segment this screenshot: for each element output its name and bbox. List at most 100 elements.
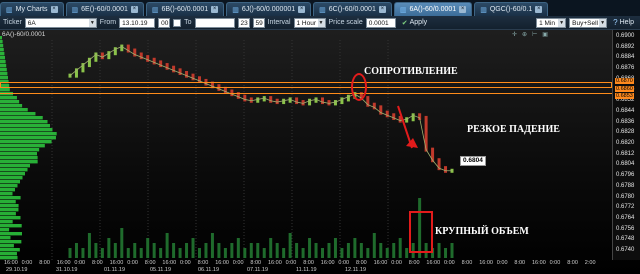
volume-profile-bar xyxy=(0,60,6,64)
chevron-down-icon[interactable]: ▼ xyxy=(599,18,607,27)
volume-profile-bar xyxy=(0,208,19,212)
price-tick: 0.6820 xyxy=(616,140,635,146)
volume-profile-bar xyxy=(0,120,48,124)
tab-5[interactable]: ▥ 6A()-60/0.0001 × xyxy=(393,2,473,16)
close-icon[interactable]: × xyxy=(298,6,306,13)
chart-icon: ▥ xyxy=(71,6,79,14)
close-icon[interactable]: × xyxy=(50,6,58,13)
volume-bar xyxy=(437,243,441,258)
volume-profile-bar xyxy=(0,140,52,144)
to-date-input[interactable] xyxy=(194,17,235,28)
help-button[interactable]: ? Help xyxy=(610,18,637,28)
chart-icon: ▥ xyxy=(399,6,407,14)
chevron-down-icon[interactable]: ▼ xyxy=(88,18,96,27)
camera-icon[interactable]: ▣ xyxy=(542,31,548,38)
close-icon[interactable]: × xyxy=(535,6,543,13)
price-candle xyxy=(308,98,312,106)
ticker-select[interactable]: 6A ▼ xyxy=(24,17,97,28)
close-icon[interactable]: × xyxy=(211,6,219,13)
sharp-drop-annotation: РЕЗКОЕ ПАДЕНИЕ xyxy=(467,124,560,135)
time-tick-label: 8:00 xyxy=(461,260,473,266)
close-icon[interactable]: × xyxy=(378,6,386,13)
volume-profile-bar xyxy=(0,172,25,176)
volume-bar xyxy=(301,248,305,258)
volume-profile-bar xyxy=(0,68,7,72)
chevron-down-icon[interactable]: ▼ xyxy=(317,18,325,27)
tab-6[interactable]: ▥ QGC()-60/0.1 × xyxy=(474,2,549,16)
support-level-line xyxy=(0,93,612,94)
price-candle xyxy=(146,55,150,62)
price-tick: 0.6876 xyxy=(616,65,635,72)
time-tick-label: 16:00 xyxy=(479,260,493,266)
time-axis: 16:00 0:00 8:00 16:00 0:00 8:00 16:00 0:00 8:00 1… xyxy=(0,260,612,274)
zoom-icon[interactable]: ⊕ xyxy=(522,31,527,38)
to-checkbox[interactable] xyxy=(173,18,182,27)
time-tick-label: 0:00 xyxy=(444,260,455,266)
timeframe-select[interactable]: 1 Min ▼ xyxy=(536,17,567,28)
time-tick-label: 16:00 xyxy=(320,260,335,266)
price-scale-input[interactable]: 0.0001 xyxy=(365,17,396,28)
volume-profile-bar xyxy=(0,220,13,224)
time-tick-label: 8:00 xyxy=(408,260,420,266)
close-icon[interactable]: × xyxy=(459,6,467,13)
volume-profile-bar xyxy=(0,212,16,216)
time-tick-label: 16:00 xyxy=(215,260,229,266)
price-candle xyxy=(346,94,350,102)
from-date-input[interactable]: 13.10.19 xyxy=(119,17,156,28)
price-axis: 0.69000.68920.68840.68760.68680.68600.68… xyxy=(612,30,640,260)
last-price-tag: 0.6804 xyxy=(460,156,486,166)
close-icon[interactable]: × xyxy=(130,6,138,13)
date-label: 06.11.19 xyxy=(198,267,220,273)
crosshair-icon[interactable]: ✛ xyxy=(512,31,517,38)
volume-profile-bar xyxy=(0,188,15,192)
volume-bar xyxy=(185,243,189,258)
price-tick: 0.6788 xyxy=(616,182,635,189)
interval-select[interactable]: 1 Hour ▼ xyxy=(293,17,326,28)
time-tick-label: 8:00 xyxy=(567,260,578,266)
chart-icon: ▥ xyxy=(151,6,159,14)
volume-bar xyxy=(366,248,370,258)
volume-bar xyxy=(178,248,182,258)
chevron-down-icon[interactable]: ▼ xyxy=(558,18,566,27)
volume-bar xyxy=(359,243,363,258)
volume-bar xyxy=(197,248,201,258)
chart-icon: ▥ xyxy=(232,6,239,14)
chart-area[interactable]: 6A()-60/0.0001 ✛ ⊕ ⊢ ▣ 0.6900 0.6892 0.688… xyxy=(0,30,640,274)
side-select[interactable]: Buy+Sell ▼ xyxy=(569,17,608,28)
date-label: 11.11.19 xyxy=(296,267,317,273)
price-level-badge: 0.6860 xyxy=(615,86,634,92)
volume-bar xyxy=(333,238,337,258)
time-tick-label: 0:00 xyxy=(127,260,138,266)
date-label: 29.10.19 xyxy=(6,267,28,273)
volume-bar xyxy=(275,243,279,258)
tab-4[interactable]: ▥ 6C()-60/0.0001 × xyxy=(313,2,392,16)
price-candle xyxy=(139,52,143,60)
from-hour-input[interactable]: 00 xyxy=(158,17,171,28)
tab-label: 6A()-60/0.0001 xyxy=(409,6,457,13)
ruler-icon[interactable]: ⊢ xyxy=(532,31,537,38)
to-minute-input[interactable]: 59 xyxy=(252,17,265,28)
tab-0[interactable]: ▥ My Charts × xyxy=(0,2,64,16)
volume-bar xyxy=(152,243,156,258)
volume-profile-bar xyxy=(0,64,7,68)
tab-2[interactable]: ▥ 6B()-60/0.0001 × xyxy=(145,2,225,16)
resistance-marker xyxy=(351,73,367,101)
apply-button[interactable]: ✔ Apply xyxy=(399,18,430,28)
volume-bar xyxy=(340,248,344,258)
volume-bar xyxy=(243,248,247,258)
tab-1[interactable]: ▥ 6E()-60/0.0001 × xyxy=(65,2,144,16)
time-tick-label: 0:00 xyxy=(180,260,191,266)
tab-label: 6C()-60/0.0001 xyxy=(328,6,376,13)
to-hour-input[interactable]: 23 xyxy=(237,17,250,28)
volume-profile-bar xyxy=(0,196,21,200)
price-tick: 0.6780 xyxy=(616,193,635,200)
volume-bar xyxy=(74,243,78,258)
volume-profile-bar xyxy=(0,52,5,56)
interval-label: Interval xyxy=(267,19,291,26)
price-candle xyxy=(256,97,260,103)
price-level-badge: 0.6853 xyxy=(615,93,634,99)
chart-icon: ▥ xyxy=(319,6,326,14)
volume-profile-bar xyxy=(0,88,10,92)
volume-profile-bar xyxy=(0,128,53,132)
tab-3[interactable]: ▥ 6J()-60/0.000001 × xyxy=(226,2,312,16)
